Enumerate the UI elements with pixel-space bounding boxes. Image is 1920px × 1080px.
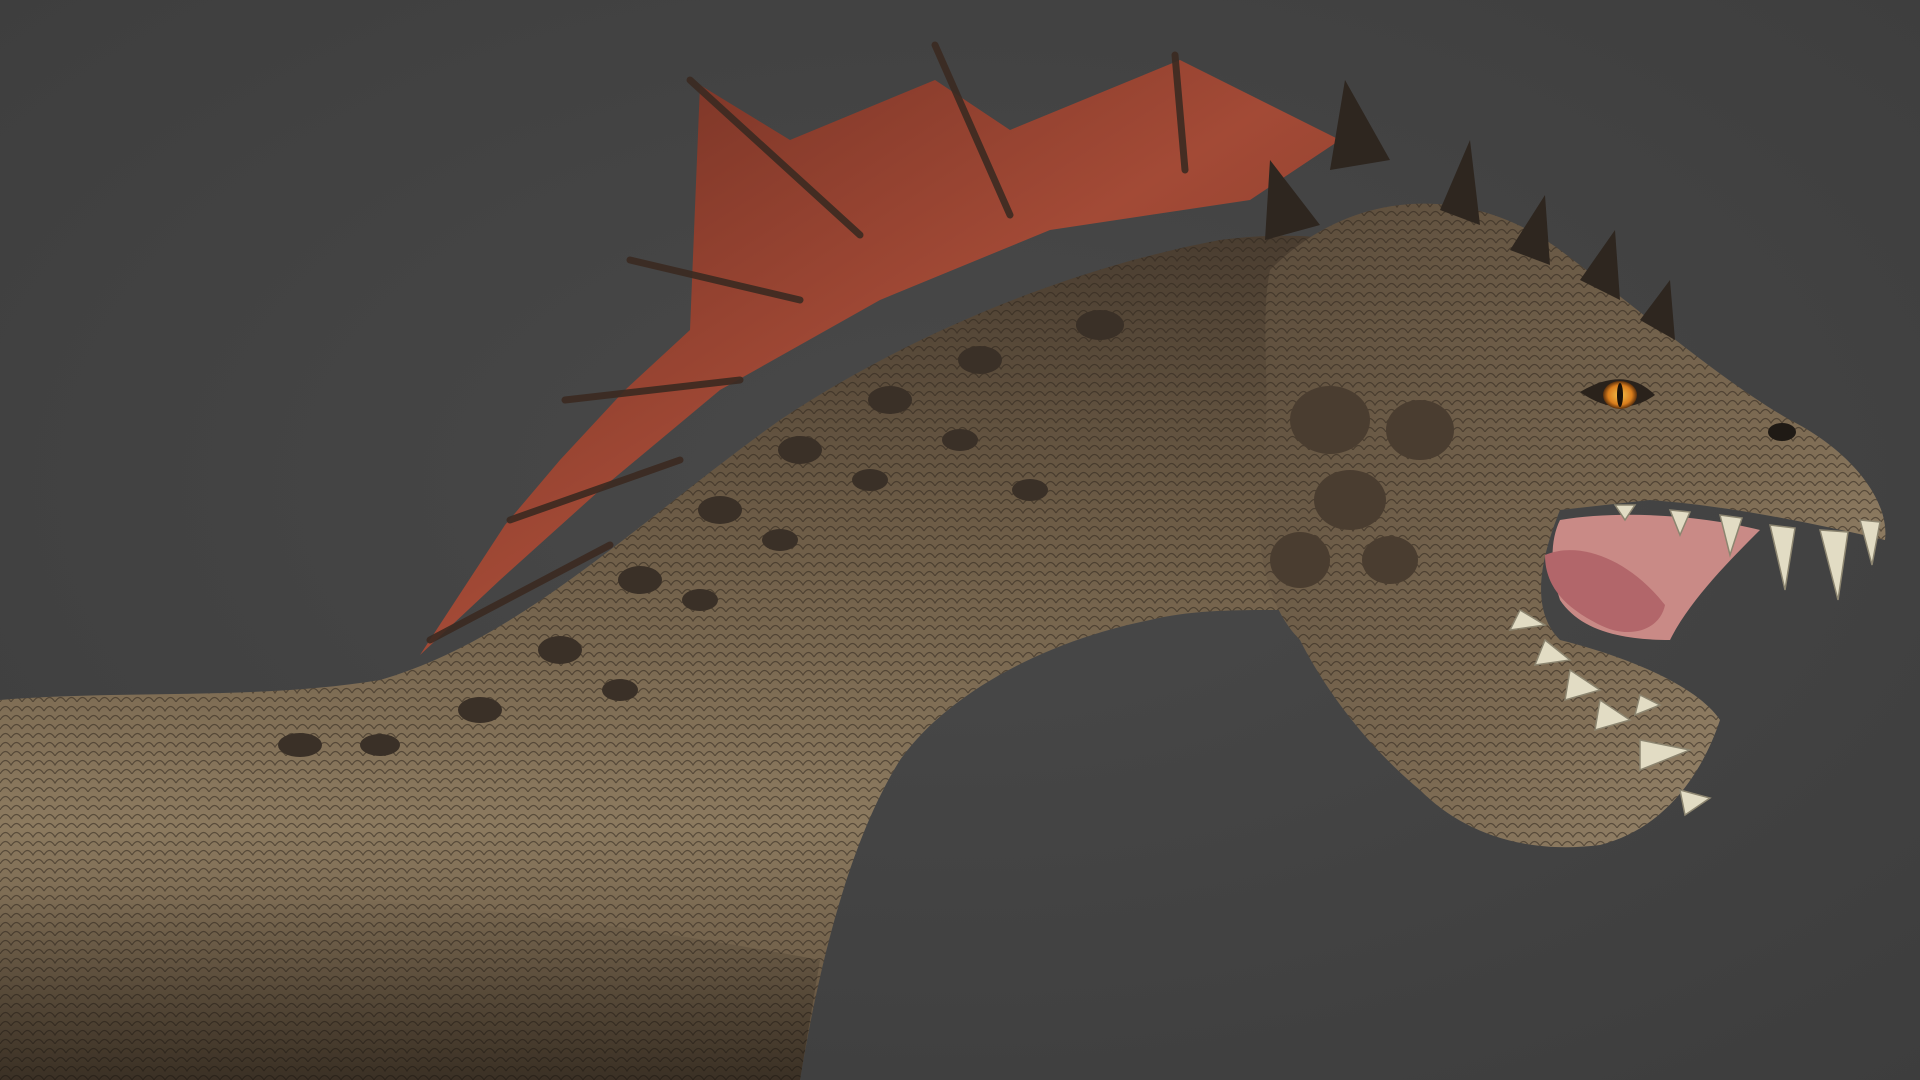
creature-render-svg [0, 0, 1920, 1080]
nostril [1768, 423, 1796, 441]
creature-render-scene [0, 0, 1920, 1080]
